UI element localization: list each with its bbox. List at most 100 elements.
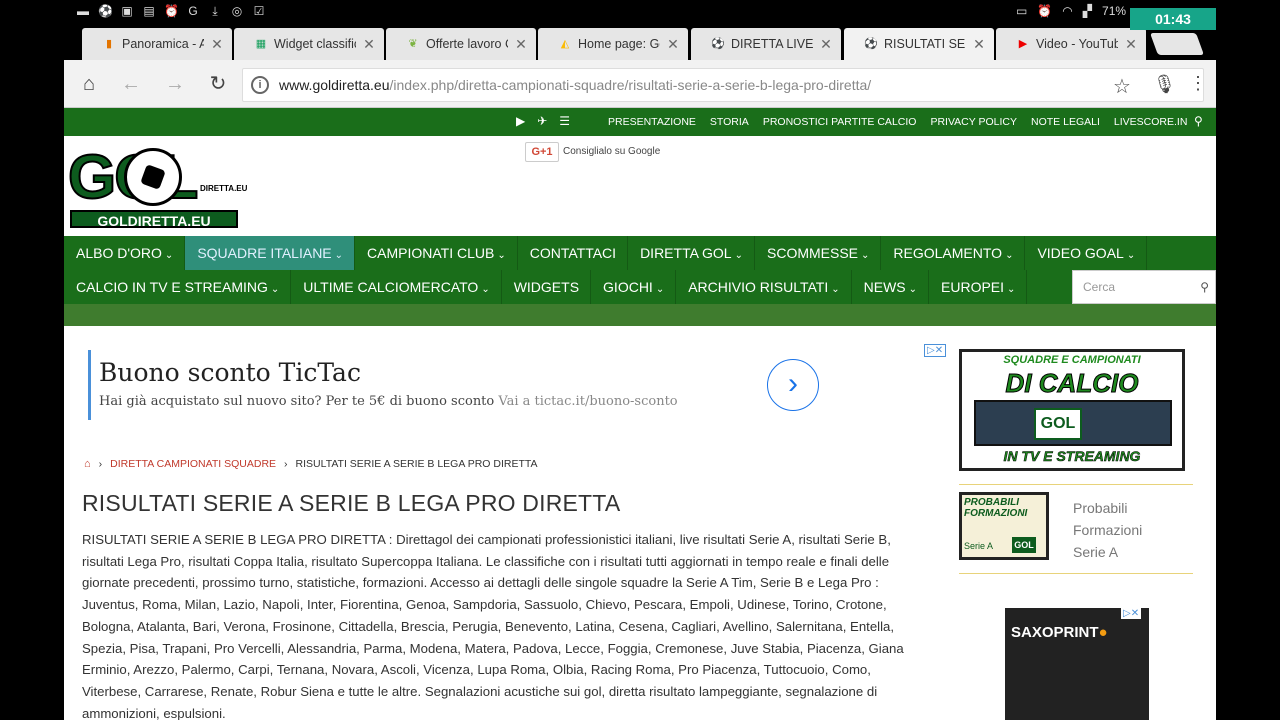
ad-accent-bar [88,350,91,420]
google-plus-icon: G [188,4,198,18]
social-icons: ▶ ✈ ☰ [516,114,570,128]
chevron-down-icon: ⌄ [334,250,344,261]
browser-tab[interactable]: ▮ Panoramica - Ana ✕ [82,28,232,60]
leaf-icon: ❦ [408,38,418,50]
youtube-icon: ▶ [1018,38,1028,50]
top-link[interactable]: NOTE LEGALI [1031,116,1100,128]
bookmark-star-icon[interactable]: ☆ [1113,74,1131,99]
search-icon[interactable]: ⚲ [1200,280,1209,294]
nav-item-label: ALBO D'ORO [76,245,162,261]
close-icon[interactable]: ✕ [514,36,528,53]
browser-tab[interactable]: ⚽ RISULTATI SERIE ✕ [844,28,994,60]
browser-tab[interactable]: ▦ Widget classifich ✕ [234,28,384,60]
ad-choices-icon[interactable]: ▷✕ [924,344,947,357]
nav-item[interactable]: SCOMMESSE ⌄ [755,236,882,270]
home-icon[interactable]: ⌂ [78,73,100,95]
site-logo[interactable]: GOL DIRETTA.EU GOLDIRETTA.EU [67,142,247,229]
probabili-formazioni-image[interactable]: PROBABILI FORMAZIONI Serie A GOL [959,492,1049,560]
url-path: /index.php/diretta-campionati-squadre/ri… [389,77,872,93]
banner-line-2: DI CALCIO [1005,368,1139,399]
ad-title[interactable]: Buono sconto TicTac [99,358,361,387]
top-link[interactable]: LIVESCORE.IN [1114,116,1188,128]
site-top-bar: ▶ ✈ ☰ PRESENTAZIONE STORIA PRONOSTICI PART… [64,108,1216,136]
saxoprint-logo: SAXOPRINT● [1011,624,1108,641]
youtube-icon[interactable]: ▶ [516,114,525,128]
info-icon[interactable]: i [251,76,269,94]
forward-icon[interactable]: → [164,73,186,95]
browser-tab[interactable]: ◭ Home page: Goo ✕ [538,28,688,60]
saxoprint-ad[interactable]: SAXOPRINT● ▷✕ [1005,608,1149,720]
nav-item-label: CALCIO IN TV E STREAMING [76,279,268,295]
reload-icon[interactable]: ↻ [207,73,229,95]
address-bar[interactable]: i www.goldiretta.eu/index.php/diretta-ca… [242,68,1204,102]
sidebar-tv-streaming-banner[interactable]: SQUADRE E CAMPIONATI DI CALCIO GOL IN TV… [959,349,1185,471]
battery-level: 71% [1102,4,1127,18]
nav-item[interactable]: VIDEO GOAL ⌄ [1025,236,1148,270]
new-tab-button[interactable] [1149,33,1205,55]
close-icon[interactable]: ✕ [972,36,986,53]
ad-desc-text: Hai già acquistato sul nuovo sito? Per t… [99,394,495,409]
top-link[interactable]: PRONOSTICI PARTITE CALCIO [763,116,917,128]
top-link[interactable]: PRIVACY POLICY [930,116,1017,128]
chevron-down-icon: ⌄ [908,284,918,295]
browser-tab[interactable]: ⚽ DIRETTA LIVESCO ✕ [691,28,841,60]
banner-line-3: IN TV E STREAMING [1003,448,1141,465]
rss-icon[interactable]: ☰ [559,114,570,128]
home-icon[interactable]: ⌂ [84,458,91,470]
close-icon[interactable]: ✕ [210,36,224,53]
nav-item[interactable]: EUROPEI ⌄ [929,270,1028,304]
nav-item[interactable]: DIRETTA GOL ⌄ [628,236,755,270]
probabili-formazioni-link[interactable]: Probabili Formazioni Serie A [1073,497,1173,563]
nav-item[interactable]: ULTIME CALCIOMERCATO ⌄ [291,270,502,304]
nav-item-label: VIDEO GOAL [1037,245,1124,261]
nav-item[interactable]: CALCIO IN TV E STREAMING ⌄ [64,270,292,304]
breadcrumb-link[interactable]: DIRETTA CAMPIONATI SQUADRE [110,458,276,470]
nav-row-1: ALBO D'ORO ⌄ SQUADRE ITALIANE ⌄ CAMPIONATI C… [64,236,1148,270]
top-link[interactable]: PRESENTAZIONE [608,116,696,128]
close-icon[interactable]: ✕ [666,36,680,53]
nav-item-label: WIDGETS [513,279,580,295]
browser-tab[interactable]: ❦ Offerte lavoro Co ✕ [386,28,536,60]
prob-gol-logo: GOL [1012,537,1036,553]
nav-item[interactable]: NEWS ⌄ [852,270,930,304]
search-icon[interactable]: ⚲ [1194,114,1203,128]
twitter-icon[interactable]: ✈ [537,114,547,128]
back-icon[interactable]: ← [120,73,142,95]
chevron-down-icon: ⌄ [164,250,174,261]
microphone-icon[interactable]: 🎙 [1153,74,1176,95]
close-icon[interactable]: ✕ [362,36,376,53]
ball-icon: ⚽ [711,38,725,50]
sidebar-separator [959,573,1193,574]
image-icon: ▤ [143,4,155,18]
ad-choices-icon[interactable]: ▷✕ [1121,608,1142,619]
chevron-down-icon: ⌄ [861,250,870,261]
google-plus-button[interactable]: G+1 [525,142,559,162]
nav-item-label: EUROPEI [941,279,1005,295]
close-icon[interactable]: ✕ [1124,36,1138,53]
nav-item-label: SQUADRE ITALIANE [197,245,332,261]
ad-desc-link[interactable]: Vai a tictac.it/buono-sconto [498,394,677,409]
ad-banner[interactable]: Buono sconto TicTac Hai già acquistato s… [88,344,947,424]
nav-search-input[interactable]: Cerca ⚲ [1072,270,1216,304]
nav-item-label: CONTATTACI [529,245,617,261]
banner-line-1: SQUADRE E CAMPIONATI [1003,354,1141,366]
article-body: RISULTATI SERIE A SERIE B LEGA PRO DIRET… [82,532,904,720]
tab-label: Video - YouTube [1036,37,1118,51]
chevron-right-icon[interactable]: › [767,359,819,411]
nav-item[interactable]: GIOCHI ⌄ [591,270,677,304]
nav-item[interactable]: ALBO D'ORO ⌄ [64,236,186,270]
overflow-menu-icon[interactable]: ⋮ [1189,73,1207,94]
nav-item[interactable]: ARCHIVIO RISULTATI ⌄ [676,270,852,304]
cast-icon: ▣ [121,4,133,18]
nav-item[interactable]: SQUADRE ITALIANE ⌄ [185,236,356,270]
nav-item[interactable]: REGOLAMENTO ⌄ [881,236,1026,270]
nav-item[interactable]: CONTATTACI [518,236,629,270]
chevron-down-icon: ⌄ [831,284,840,295]
alarm-icon: ⏰ [164,4,179,18]
close-icon[interactable]: ✕ [819,36,833,53]
nav-item[interactable]: WIDGETS [502,270,592,304]
google-plus-label: Consiglialo su Google [563,146,661,157]
nav-item[interactable]: CAMPIONATI CLUB ⌄ [355,236,518,270]
browser-tab[interactable]: ▶ Video - YouTube ✕ [996,28,1146,60]
top-link[interactable]: STORIA [710,116,749,128]
